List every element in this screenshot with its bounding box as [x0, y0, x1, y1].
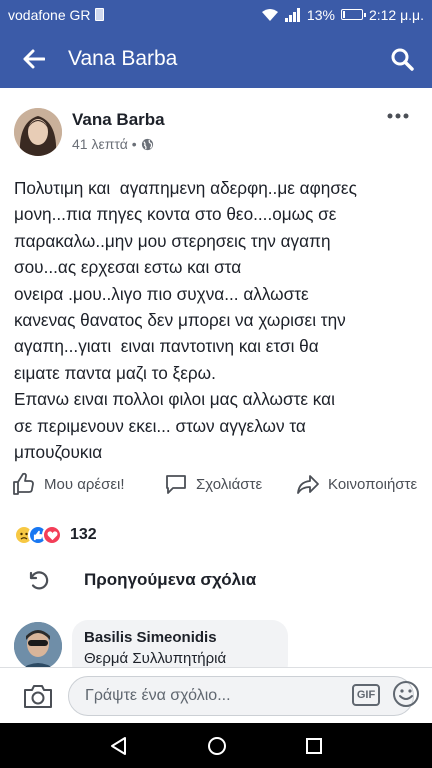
page-title: Vana Barba [68, 46, 178, 70]
meta-separator: • [131, 136, 137, 152]
comment-placeholder: Γράψτε ένα σχόλιο... [85, 687, 231, 704]
thumbs-up-icon [13, 472, 34, 495]
comment-icon [166, 475, 186, 494]
post-text-line: Επανω ειναι πολλοι φιλοι μας αλλωστε και [14, 389, 335, 410]
post-meta: 41 λεπτά • [72, 136, 154, 152]
nav-home-icon[interactable] [207, 736, 227, 756]
more-options-icon[interactable] [386, 110, 410, 122]
post-actions: Μου αρέσει! Σχολιάστε Κοινοποιήστε [0, 466, 432, 502]
post-time[interactable]: 41 λεπτά [72, 136, 128, 152]
battery-icon [340, 9, 366, 20]
post-text: Πολυτιμη και αγαπημενη αδερφη..με αφησες… [14, 175, 419, 465]
refresh-icon [29, 571, 49, 590]
emoji-icon[interactable] [392, 680, 420, 708]
like-button[interactable]: Μου αρέσει! [12, 472, 125, 496]
love-reaction-icon [42, 525, 62, 545]
battery-fill [342, 11, 346, 18]
commenter-name[interactable]: Basilis Simeonidis [84, 629, 276, 646]
reactions-summary[interactable]: 132 [14, 522, 97, 548]
status-bar: vodafone GR 13% 2:12 μ.μ. [0, 0, 432, 29]
post-author[interactable]: Vana Barba [72, 110, 165, 130]
carrier-area: vodafone GR [8, 7, 261, 23]
status-time: 2:12 μ.μ. [368, 6, 424, 23]
sim-icon [94, 8, 104, 21]
carrier-name: vodafone GR [8, 6, 91, 23]
comment-avatar[interactable] [14, 622, 62, 670]
share-icon [297, 475, 319, 494]
post-text-line: Πολυτιμη και αγαπημενη αδερφη..με αφησες [14, 178, 357, 198]
globe-icon [141, 138, 153, 150]
post-text-line: παρακαλω..μην μου στερησεις την αγαπη [14, 230, 331, 251]
comment-composer: Γράψτε ένα σχόλιο... GIF [0, 667, 432, 723]
post-text-line: κανενας θανατος δεν μπορει να χωρισει τη… [14, 310, 346, 331]
nav-back-icon[interactable] [109, 736, 129, 756]
share-button[interactable]: Κοινοποιήστε [296, 472, 417, 496]
nav-recents-icon[interactable] [305, 737, 323, 755]
reaction-count: 132 [70, 526, 97, 543]
post: Vana Barba 41 λεπτά • Πολυτιμη και αγαπη… [0, 96, 432, 462]
camera-icon[interactable] [22, 682, 54, 710]
status-right: 13% 2:12 μ.μ. [261, 7, 424, 23]
search-button[interactable] [372, 29, 432, 88]
post-text-line: μπουζουκια [14, 442, 103, 463]
comment-button[interactable]: Σχολιάστε [164, 472, 262, 496]
comment-text: Θερμά Συλλυπητήριά [84, 650, 227, 667]
commenter-photo [14, 622, 62, 670]
previous-comments-button[interactable]: Προηγούμενα σχόλια [0, 560, 432, 600]
post-text-line: σε περιμενουν εκει... στων αγγελων τα [14, 415, 306, 436]
post-text-line: σου...ας ερχεσαι εστω και στα [14, 257, 242, 278]
signal-icon [284, 7, 300, 22]
system-nav-bar [0, 723, 432, 768]
gif-button[interactable]: GIF [352, 684, 380, 706]
battery-percent: 13% [306, 6, 335, 23]
avatar[interactable] [14, 108, 62, 156]
app-bar: Vana Barba [0, 29, 432, 88]
comment-item: Basilis Simeonidis Θερμά Συλλυπητήριά [0, 616, 432, 680]
previous-comments-label: Προηγούμενα σχόλια [84, 570, 257, 589]
post-text-line: ειματε παντα μαζι το ξερω. [14, 362, 216, 383]
post-text-line: αγαπη...γιατι ειναι παντοτινη και ετσι θ… [14, 336, 319, 357]
post-text-line: ονειρα .μου..λιγο πιο συχνα... αλλωστε [14, 283, 309, 304]
wifi-icon [261, 8, 278, 21]
comment-label: Σχολιάστε [196, 475, 263, 493]
post-text-line: μονη...πια πηγες κοντα στο θεο....ομως σ… [14, 204, 337, 225]
profile-photo [14, 108, 62, 156]
share-label: Κοινοποιήστε [328, 475, 418, 493]
like-label: Μου αρέσει! [44, 475, 125, 493]
search-icon [391, 48, 414, 71]
post-header: Vana Barba 41 λεπτά • [0, 96, 432, 166]
back-button[interactable] [0, 29, 68, 88]
arrow-left-icon [23, 49, 45, 68]
